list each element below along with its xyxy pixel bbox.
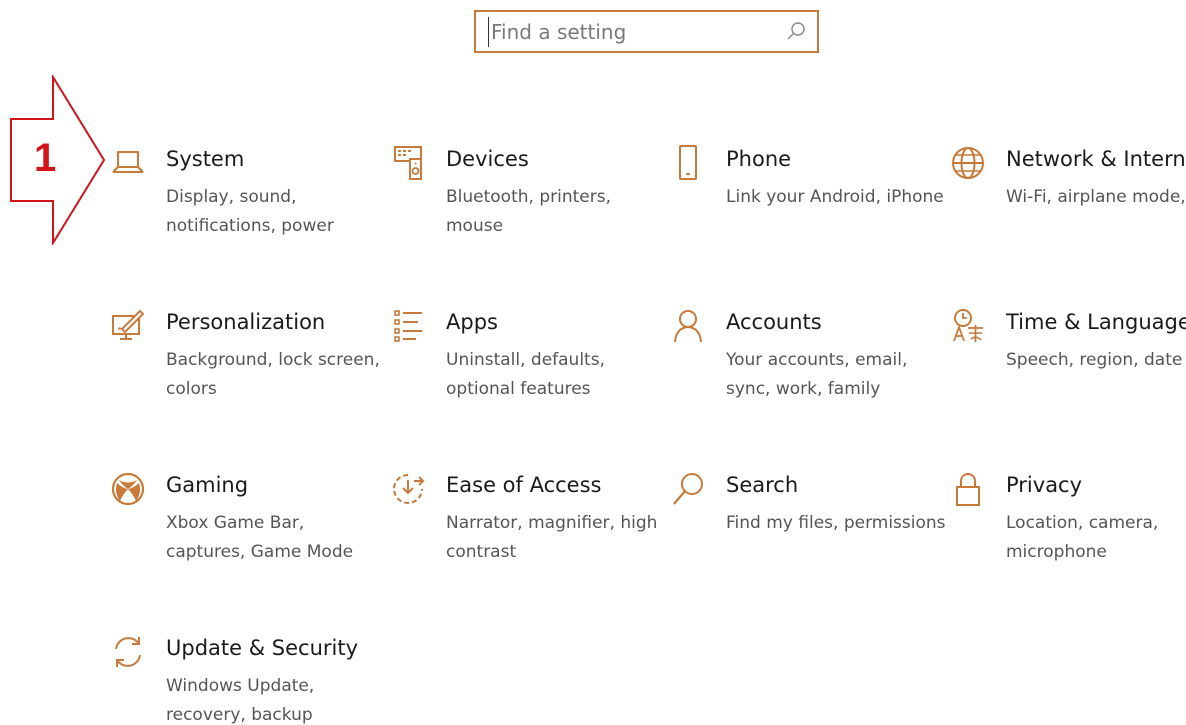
tile-description: Windows Update, recovery, backup bbox=[166, 676, 315, 725]
tile-network-internet[interactable]: Network & Internet Wi-Fi, airplane mode,… bbox=[950, 145, 1186, 265]
annotation-arrow bbox=[10, 75, 106, 245]
xbox-icon bbox=[110, 471, 146, 507]
tile-description: Uninstall, defaults, optional features bbox=[446, 350, 605, 399]
tile-description: Wi-Fi, airplane mode, VPN bbox=[1006, 187, 1186, 207]
tile-description: Location, camera, microphone bbox=[1006, 513, 1159, 562]
tile-phone[interactable]: Phone Link your Android, iPhone bbox=[670, 145, 944, 265]
tile-description: Bluetooth, printers, mouse bbox=[446, 187, 611, 236]
tile-description: Background, lock screen, colors bbox=[166, 350, 380, 399]
tile-time-language[interactable]: Time & Language Speech, region, date bbox=[950, 308, 1186, 428]
update-sync-icon bbox=[110, 634, 146, 670]
tile-description: Display, sound, notifications, power bbox=[166, 187, 334, 236]
tile-description: Find my files, permissions bbox=[726, 513, 946, 533]
tile-title: Time & Language bbox=[1006, 310, 1186, 334]
tile-title: Apps bbox=[446, 310, 498, 334]
tile-title: Devices bbox=[446, 147, 529, 171]
tile-title: Search bbox=[726, 473, 799, 497]
person-icon bbox=[670, 308, 706, 344]
tile-title: Personalization bbox=[166, 310, 326, 334]
tile-personalization[interactable]: Personalization Background, lock screen,… bbox=[110, 308, 380, 428]
globe-icon bbox=[950, 145, 986, 181]
devices-icon bbox=[390, 145, 426, 181]
tile-description: Narrator, magnifier, high contrast bbox=[446, 513, 658, 562]
tile-apps[interactable]: Apps Uninstall, defaults, optional featu… bbox=[390, 308, 660, 428]
apps-list-icon bbox=[390, 308, 426, 344]
personalization-icon bbox=[110, 308, 146, 344]
tile-ease-of-access[interactable]: Ease of Access Narrator, magnifier, high… bbox=[390, 471, 660, 591]
tile-title: Update & Security bbox=[166, 636, 359, 660]
tile-accounts[interactable]: Accounts Your accounts, email, sync, wor… bbox=[670, 308, 940, 428]
magnifier-icon[interactable] bbox=[785, 21, 807, 43]
tile-description: Your accounts, email, sync, work, family bbox=[726, 350, 908, 399]
tile-description: Xbox Game Bar, captures, Game Mode bbox=[166, 513, 354, 562]
search-input[interactable] bbox=[488, 17, 781, 47]
annotation-number: 1 bbox=[34, 136, 57, 180]
tile-description: Speech, region, date bbox=[1006, 350, 1183, 370]
tile-title: Gaming bbox=[166, 473, 249, 497]
settings-home: 1 System Display, sound, notifications, … bbox=[0, 0, 1186, 725]
search-box[interactable] bbox=[474, 10, 819, 53]
search-icon bbox=[670, 471, 706, 507]
tile-devices[interactable]: Devices Bluetooth, printers, mouse bbox=[390, 145, 660, 265]
tile-update-security[interactable]: Update & Security Windows Update, recove… bbox=[110, 634, 380, 725]
tile-title: Network & Internet bbox=[1006, 147, 1186, 171]
laptop-icon bbox=[110, 145, 146, 181]
tile-gaming[interactable]: Gaming Xbox Game Bar, captures, Game Mod… bbox=[110, 471, 380, 591]
tile-system[interactable]: System Display, sound, notifications, po… bbox=[110, 145, 380, 265]
tile-title: Privacy bbox=[1006, 473, 1083, 497]
tile-title: Phone bbox=[726, 147, 792, 171]
tile-title: System bbox=[166, 147, 245, 171]
phone-icon bbox=[670, 145, 706, 181]
tile-description: Link your Android, iPhone bbox=[726, 187, 944, 207]
time-language-icon bbox=[950, 308, 986, 344]
tile-privacy[interactable]: Privacy Location, camera, microphone bbox=[950, 471, 1186, 591]
lock-icon bbox=[950, 471, 986, 507]
tile-search[interactable]: Search Find my files, permissions bbox=[670, 471, 946, 591]
tile-title: Ease of Access bbox=[446, 473, 602, 497]
tile-title: Accounts bbox=[726, 310, 822, 334]
ease-of-access-icon bbox=[390, 471, 426, 507]
